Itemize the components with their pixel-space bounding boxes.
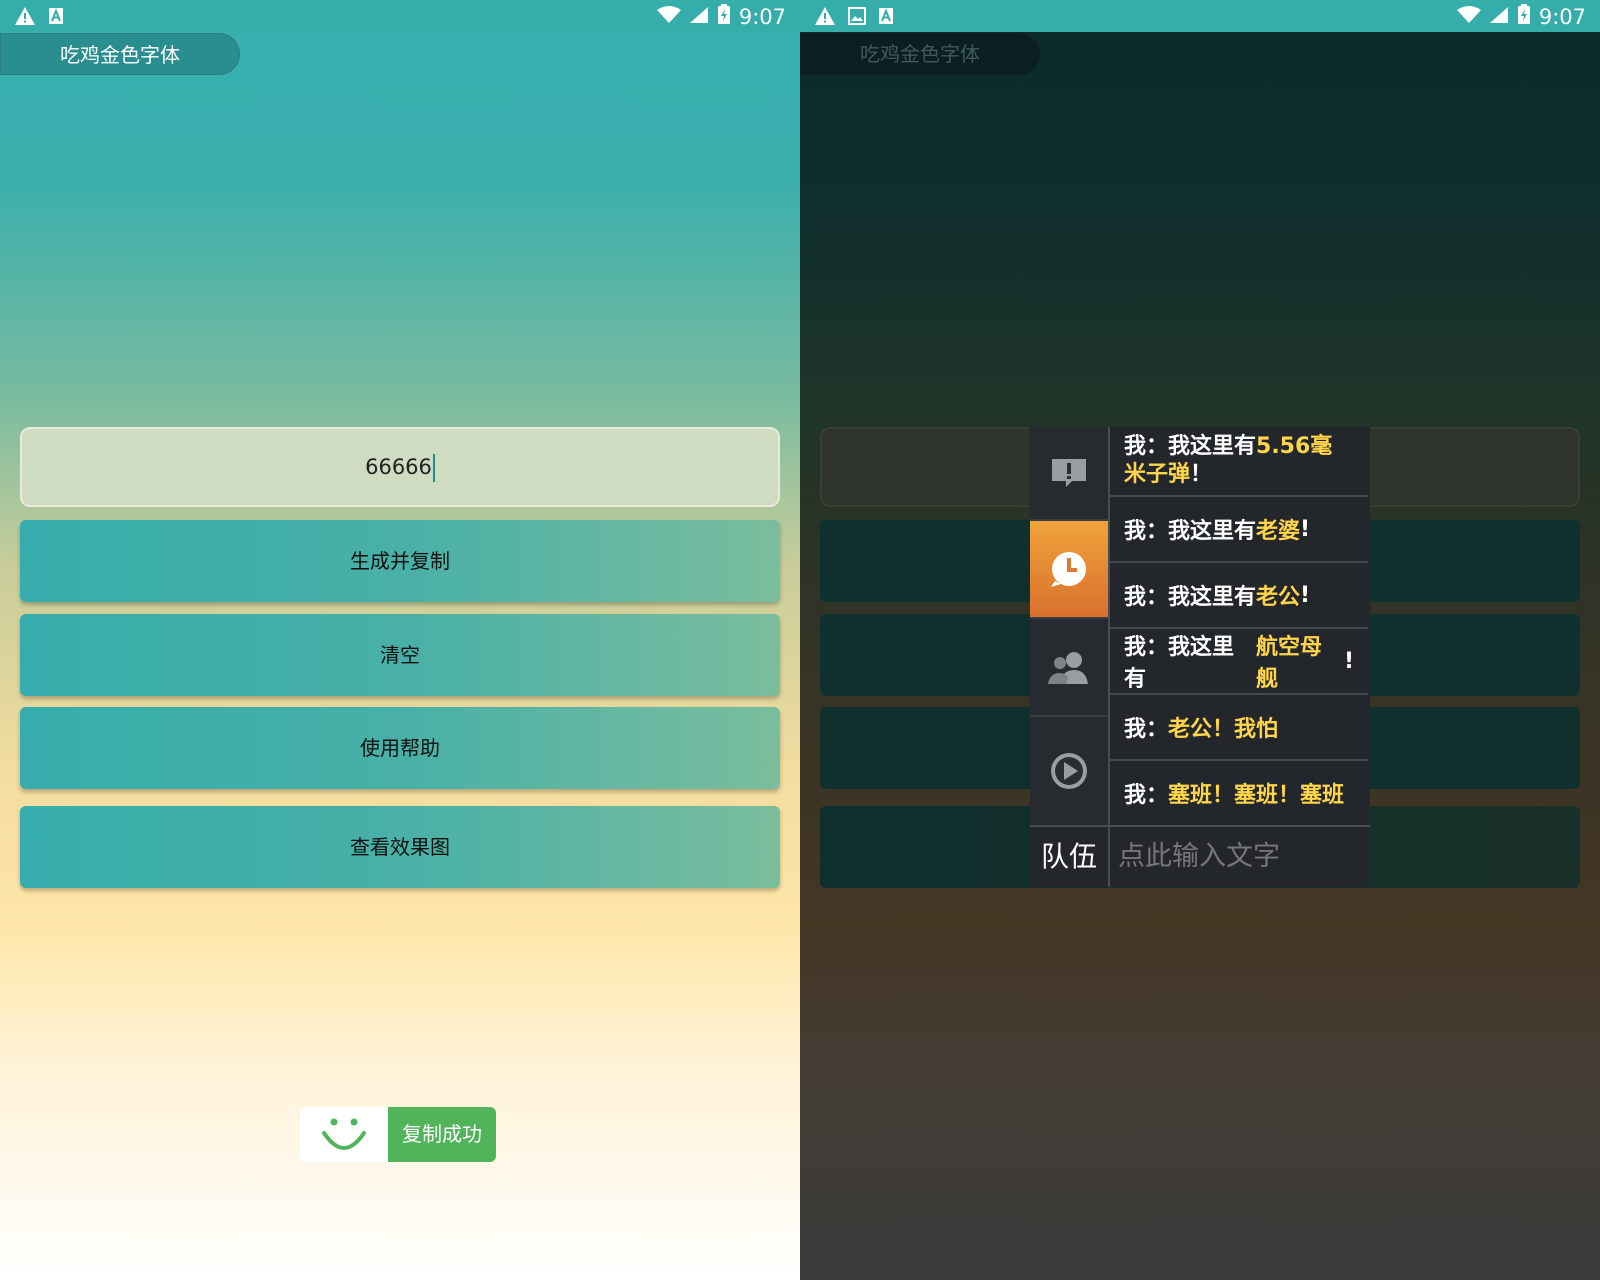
app-title-tab-dimmed: 吃鸡金色字体 [800, 33, 1040, 75]
wifi-icon [656, 5, 681, 29]
chat-message-highlight: 老婆 [1256, 519, 1301, 544]
chat-message-prefix: 我：我这里有 [1124, 434, 1257, 459]
chat-message-prefix: 我：我这里有 [1124, 635, 1235, 692]
signal-icon [1489, 5, 1509, 29]
smiley-icon [300, 1107, 388, 1162]
battery-charging-icon [1517, 4, 1531, 29]
clear-button[interactable]: 清空 [20, 614, 780, 696]
help-label: 使用帮助 [360, 736, 440, 760]
chat-message-highlight: 塞班！塞班！塞班 [1168, 783, 1345, 808]
status-bar: 9:07 [800, 0, 1600, 32]
chat-message: 我： 老公！我怕 [1110, 695, 1368, 761]
help-button[interactable]: 使用帮助 [20, 707, 780, 789]
app-title-tab[interactable]: 吃鸡金色字体 [0, 33, 240, 75]
chat-message-prefix: 我： [1124, 717, 1169, 742]
chat-message: 我： 塞班！塞班！塞班 [1110, 761, 1368, 825]
status-bar: 9:07 [0, 0, 800, 32]
status-bar-left [814, 6, 894, 30]
app-a-icon [878, 7, 894, 29]
warning-icon [814, 6, 836, 30]
generate-copy-label: 生成并复制 [350, 549, 450, 573]
chat-input[interactable]: 点此输入文字 [1118, 827, 1280, 887]
status-bar-left [14, 6, 64, 30]
app-screen-main: 9:07 吃鸡金色字体 66666 生成并复制 清空 使用帮助 查看效果图 复制… [0, 0, 800, 1280]
chat-message-prefix: 我：我这里有 [1124, 585, 1257, 610]
text-cursor [432, 454, 435, 482]
clear-label: 清空 [380, 643, 420, 667]
chat-sidebar [1030, 427, 1110, 825]
app-title: 吃鸡金色字体 [860, 42, 980, 66]
battery-charging-icon [717, 4, 731, 29]
clock-time: 9:07 [738, 4, 786, 29]
text-input[interactable]: 66666 [20, 427, 780, 507]
chat-message-highlight: 老公！我怕 [1168, 717, 1279, 742]
game-chat-preview[interactable]: 我：我这里有5.56毫米子弹！ 我：我这里有 老婆! 我：我这里有 老公! 我：我这… [1030, 427, 1370, 887]
play-icon[interactable] [1030, 717, 1108, 825]
preview-button[interactable]: 查看效果图 [20, 806, 780, 888]
chat-message-highlight: 航空母舰 [1255, 635, 1322, 692]
status-bar-right: 9:07 [1456, 4, 1586, 29]
signal-icon [689, 5, 709, 29]
warning-icon [14, 6, 36, 30]
chat-message: 我：我这里有 老公! [1110, 563, 1368, 629]
toast-message: 复制成功 [388, 1107, 496, 1162]
clock-icon[interactable] [1030, 521, 1108, 619]
chat-message-suffix: ！ [1190, 462, 1213, 487]
chat-input-bar: 队伍 点此输入文字 [1030, 825, 1370, 889]
status-bar-right: 9:07 [656, 4, 786, 29]
chat-message-suffix: ! [1343, 648, 1354, 674]
chat-message-suffix: ! [1300, 582, 1311, 608]
generate-copy-button[interactable]: 生成并复制 [20, 520, 780, 602]
team-icon[interactable] [1030, 619, 1108, 717]
text-input-value: 66666 [365, 455, 432, 479]
clock-time: 9:07 [1538, 4, 1586, 29]
chat-message-prefix: 我：我这里有 [1124, 519, 1257, 544]
channel-label[interactable]: 队伍 [1030, 827, 1110, 887]
chat-message-highlight: 老公 [1256, 585, 1301, 610]
chat-message: 我：我这里有 老婆! [1110, 497, 1368, 563]
wifi-icon [1456, 5, 1481, 29]
preview-label: 查看效果图 [350, 835, 450, 859]
alert-icon[interactable] [1030, 427, 1108, 521]
app-title: 吃鸡金色字体 [60, 43, 180, 67]
image-icon [848, 7, 866, 29]
app-screen-preview: 9:07 吃鸡金色字体 我：我这里有5.56毫米子弹！ 我：我这里有 老婆 ! … [800, 0, 1600, 1280]
chat-message-suffix: ! [1300, 516, 1311, 542]
toast: 复制成功 [300, 1107, 496, 1162]
app-a-icon [48, 7, 64, 29]
chat-message-prefix: 我： [1124, 783, 1169, 808]
chat-message: 我：我这里有 航空母舰! [1110, 629, 1368, 695]
chat-message: 我：我这里有5.56毫米子弹！ [1110, 427, 1368, 497]
